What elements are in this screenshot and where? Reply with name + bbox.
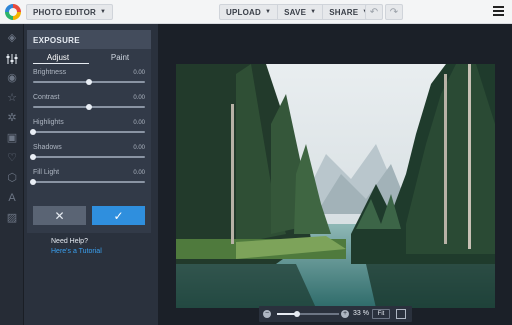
photo-preview[interactable] [176,64,495,308]
tab-paint[interactable]: Paint [89,49,151,65]
highlights-slider[interactable] [30,129,145,135]
top-toolbar: PHOTO EDITOR ▼ UPLOAD ▼ SAVE ▼ SHARE ▼ ↶… [0,0,512,24]
app-switcher-button[interactable]: PHOTO EDITOR ▼ [26,4,114,20]
file-actions-group: UPLOAD ▼ SAVE ▼ SHARE ▼ [219,4,376,20]
eye-icon[interactable]: ◉ [6,72,18,84]
contrast-slider[interactable] [33,104,145,110]
star-icon[interactable]: ☆ [6,92,18,104]
shadows-slider-row: Shadows 0.00 [27,140,151,165]
highlights-slider-row: Highlights 0.00 [27,115,151,140]
panel-tabs: Adjust Paint [27,49,151,65]
undo-icon[interactable]: ↶ [365,4,383,20]
slider-value: 0.00 [133,145,145,151]
exposure-card: EXPOSURE Adjust Paint Brightness 0.00 Co… [27,30,151,233]
checkmark-icon: ✓ [113,208,124,223]
panel-actions: ✕ ✓ [33,206,145,225]
fill-light-slider[interactable] [30,179,145,185]
zoom-in-icon[interactable]: + [341,310,349,318]
zoom-value: 33 % [353,310,369,317]
editor-canvas [158,24,512,325]
slider-value: 0.00 [133,70,145,76]
help-title: Need Help? [51,238,88,245]
text-icon[interactable]: A [6,192,18,204]
slider-value: 0.00 [133,170,145,176]
slider-thumb[interactable] [86,79,92,85]
share-label: SHARE [329,7,359,17]
tool-rail: ◈ ◉ ☆ ✲ ▣ ♡ ⬡ A ▨ [0,24,24,325]
chevron-down-icon: ▼ [100,9,107,15]
zoom-slider-thumb[interactable] [294,311,301,317]
brightness-slider[interactable] [33,79,145,85]
heart-icon[interactable]: ♡ [6,152,18,164]
frame-icon[interactable]: ▣ [6,132,18,144]
slider-label: Brightness [33,69,67,76]
gear-icon[interactable]: ✲ [6,112,18,124]
contrast-slider-row: Contrast 0.00 [27,90,151,115]
close-icon: ✕ [54,208,65,223]
slider-thumb[interactable] [30,179,36,185]
slider-label: Shadows [33,144,62,151]
slider-thumb[interactable] [30,154,36,160]
layers-icon[interactable]: ◈ [6,32,18,44]
slider-thumb[interactable] [30,129,36,135]
slider-label: Contrast [33,94,60,101]
brightness-slider-row: Brightness 0.00 [27,65,151,90]
slider-label: Fill Light [33,169,60,176]
app-title: PHOTO EDITOR [33,7,97,17]
app-logo [5,4,21,20]
redo-icon[interactable]: ↷ [385,4,403,20]
tutorial-link[interactable]: Here's a Tutorial [51,248,102,255]
slider-value: 0.00 [133,120,145,126]
chevron-down-icon: ▼ [264,9,272,15]
texture-icon[interactable]: ▨ [6,212,18,224]
panel-title: EXPOSURE [27,30,151,49]
fullscreen-icon[interactable] [396,309,406,319]
upload-label: UPLOAD [226,7,261,17]
slider-thumb[interactable] [86,104,92,110]
zoom-controls: − + 33 % Fit [259,306,412,322]
fill-light-slider-row: Fill Light 0.00 [27,165,151,190]
apply-button[interactable]: ✓ [92,206,145,225]
save-button[interactable]: SAVE ▼ [278,5,324,19]
history-controls: ↶ ↷ [365,4,403,20]
zoom-slider[interactable] [277,311,339,317]
shadows-slider[interactable] [30,154,145,160]
cancel-button[interactable]: ✕ [33,206,86,225]
chevron-down-icon: ▼ [310,9,317,15]
slider-label: Highlights [33,119,64,126]
active-tab-indicator [33,63,89,64]
forest-lake-photo [176,64,495,308]
save-label: SAVE [284,7,307,17]
shape-icon[interactable]: ⬡ [6,172,18,184]
upload-button[interactable]: UPLOAD ▼ [220,5,279,19]
sliders-icon[interactable] [6,53,18,65]
fit-button[interactable]: Fit [372,309,390,319]
slider-value: 0.00 [133,95,145,101]
zoom-out-icon[interactable]: − [263,310,271,318]
hamburger-menu-icon[interactable] [493,6,504,16]
